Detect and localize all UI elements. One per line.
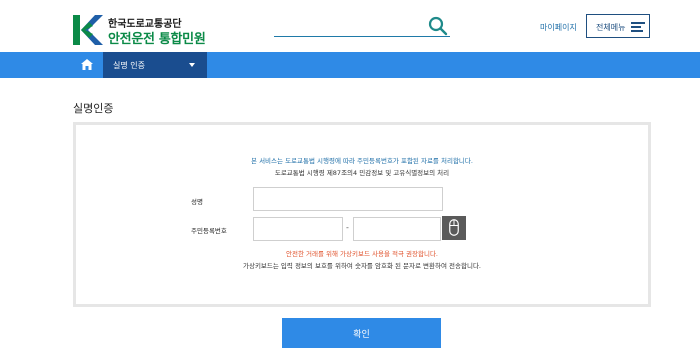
search-input[interactable]	[274, 36, 450, 37]
notice-line-2: 도로교통법 시행령 제87조의4 민감정보 및 고유식별정보의 처리	[274, 169, 450, 177]
virtual-keyboard-button[interactable]	[442, 216, 466, 240]
hamburger-icon	[631, 22, 645, 32]
name-label: 성명	[191, 198, 203, 206]
search-icon[interactable]	[428, 16, 448, 36]
verification-panel: 본 서비스는 도로교통법 시행령에 따라 주민등록번호가 포함된 자료를 처리합…	[73, 122, 651, 307]
caret-down-icon	[189, 63, 195, 67]
nav-current-dropdown[interactable]: 실명 인증	[103, 52, 207, 78]
rrn-front-field[interactable]	[253, 217, 343, 241]
notice-line-1: 본 서비스는 도로교통법 시행령에 따라 주민등록번호가 포함된 자료를 처리합…	[251, 157, 473, 165]
service-name[interactable]: 안전운전 통합민원	[108, 28, 206, 47]
kotsa-logo[interactable]	[73, 15, 103, 45]
name-field[interactable]	[253, 187, 443, 211]
home-button[interactable]	[73, 52, 101, 78]
site-header: 한국도로교통공단 안전운전 통합민원 마이페이지 전체메뉴	[0, 0, 700, 52]
confirm-label: 확인	[353, 329, 370, 339]
rrn-back-field[interactable]	[353, 217, 441, 241]
virtual-keyboard-info: 가상키보드는 입력 정보의 보호를 위하여 숫자를 암호화 된 문자로 변환하여…	[242, 262, 481, 270]
location-bar: 실명 인증	[0, 52, 700, 78]
rrn-separator: -	[346, 223, 349, 232]
confirm-button[interactable]: 확인	[282, 318, 441, 348]
home-icon	[81, 59, 93, 70]
allmenu-label: 전체메뉴	[596, 23, 626, 32]
page-title: 실명인증	[73, 102, 114, 115]
mypage-link[interactable]: 마이페이지	[540, 22, 577, 33]
rrn-label: 주민등록번호	[191, 227, 227, 235]
nav-current-label: 실명 인증	[113, 61, 145, 70]
virtual-keyboard-warning: 안전한 거래를 위해 가상키보드 사용을 적극 권장합니다.	[285, 250, 438, 258]
allmenu-button[interactable]: 전체메뉴	[586, 14, 650, 38]
mouse-icon	[449, 219, 459, 236]
